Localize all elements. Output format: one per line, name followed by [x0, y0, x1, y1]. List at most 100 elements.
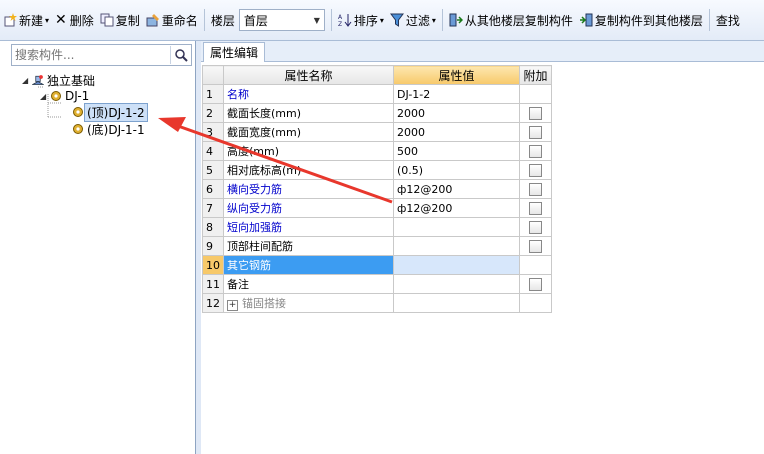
- floor-combo[interactable]: 首层 ▼: [238, 9, 325, 31]
- rename-button[interactable]: 重命名: [143, 9, 201, 31]
- extra-checkbox[interactable]: [529, 144, 542, 158]
- property-value[interactable]: (0.5): [393, 160, 520, 180]
- sort-button[interactable]: AZ 排序 ▾: [335, 9, 387, 31]
- property-name: 短向加强筋: [223, 217, 394, 237]
- copy-from-floor-button[interactable]: 从其他楼层复制构件: [446, 9, 576, 31]
- property-name: 相对底标高(m): [223, 160, 394, 180]
- gear-icon: [73, 107, 83, 117]
- property-value-header: 属性值: [393, 65, 520, 85]
- delete-button[interactable]: ✕ 删除: [52, 9, 97, 31]
- row-number-header: [202, 65, 224, 85]
- property-value[interactable]: 500: [393, 141, 520, 161]
- filter-button[interactable]: 过滤 ▾: [387, 9, 439, 31]
- copy-from-floor-label: 从其他楼层复制构件: [464, 13, 573, 28]
- table-row-selected[interactable]: 10 其它钢筋: [202, 255, 552, 275]
- extra-checkbox[interactable]: [529, 182, 542, 196]
- property-value[interactable]: [393, 255, 520, 275]
- row-number: 2: [202, 103, 224, 123]
- property-name-group[interactable]: + 锚固搭接: [223, 293, 394, 313]
- find-button[interactable]: 查找: [713, 9, 743, 31]
- tab-property-edit[interactable]: 属性编辑: [203, 42, 266, 62]
- chevron-down-icon: ▼: [313, 15, 320, 25]
- property-grid: 属性名称 属性值 附加 1 名称 DJ-1-2 2 截面长度(mm) 2000 3 截面宽…: [202, 65, 552, 313]
- extra-checkbox[interactable]: [529, 106, 542, 120]
- new-icon: [4, 13, 17, 27]
- extra-checkbox[interactable]: [529, 277, 542, 291]
- table-row[interactable]: 2 截面长度(mm) 2000: [202, 103, 552, 123]
- property-name: 截面宽度(mm): [223, 122, 394, 142]
- search-input[interactable]: [12, 46, 170, 64]
- property-value[interactable]: 2000: [393, 122, 520, 142]
- row-number: 3: [202, 122, 224, 142]
- table-row[interactable]: 6 横向受力筋 ф12@200: [202, 179, 552, 199]
- property-value[interactable]: 2000: [393, 103, 520, 123]
- row-number: 12: [202, 293, 224, 313]
- extra-cell: [519, 293, 552, 313]
- extra-cell: [519, 198, 552, 218]
- floor-value: 首层: [243, 13, 268, 28]
- tree-root-label: 独立基础: [47, 73, 96, 88]
- filter-dropdown-icon: ▾: [431, 15, 436, 25]
- rename-icon: [146, 14, 159, 27]
- search-button[interactable]: [170, 46, 191, 64]
- table-row[interactable]: 5 相对底标高(m) (0.5): [202, 160, 552, 180]
- gear-icon: [51, 91, 61, 101]
- expand-icon[interactable]: +: [227, 300, 238, 311]
- table-row[interactable]: 8 短向加强筋: [202, 217, 552, 237]
- extra-cell: [519, 84, 552, 104]
- extra-checkbox[interactable]: [529, 163, 542, 177]
- tab-label: 属性编辑: [210, 46, 259, 60]
- sort-label: 排序: [353, 13, 378, 28]
- copy-icon: [100, 13, 114, 27]
- filter-label: 过滤: [405, 13, 430, 28]
- property-name: 纵向受力筋: [223, 198, 394, 218]
- property-name-header: 属性名称: [223, 65, 394, 85]
- tree-node-child-top[interactable]: (顶)DJ-1-2: [72, 102, 148, 122]
- extra-checkbox[interactable]: [529, 125, 542, 139]
- property-name: 备注: [223, 274, 394, 294]
- property-value[interactable]: [393, 236, 520, 256]
- property-name: 横向受力筋: [223, 179, 394, 199]
- property-value[interactable]: DJ-1-2: [393, 84, 520, 104]
- table-row[interactable]: 3 截面宽度(mm) 2000: [202, 122, 552, 142]
- gear-icon: [73, 124, 83, 134]
- property-panel: 属性编辑 属性名称 属性值 附加 1 名称 DJ-1-2 2 截面长度(mm) 2000…: [201, 41, 764, 454]
- component-tree-panel: ◢ 独立基础 ◢ DJ-1 (顶)DJ-1-2 (底)DJ-1-1: [0, 41, 196, 454]
- svg-text:Z: Z: [338, 21, 342, 27]
- table-row[interactable]: 11 备注: [202, 274, 552, 294]
- property-value[interactable]: ф12@200: [393, 198, 520, 218]
- table-row[interactable]: 9 顶部柱间配筋: [202, 236, 552, 256]
- row-number: 5: [202, 160, 224, 180]
- toolbar-separator: [330, 9, 332, 31]
- floor-label: 楼层: [210, 13, 235, 28]
- copy-button[interactable]: 复制: [97, 9, 143, 31]
- extra-header: 附加: [519, 65, 552, 85]
- property-value[interactable]: [393, 217, 520, 237]
- tree-node-child-bottom[interactable]: (底)DJ-1-1: [72, 120, 148, 138]
- extra-checkbox[interactable]: [529, 239, 542, 253]
- property-name: 高度(mm): [223, 141, 394, 161]
- collapse-icon[interactable]: ◢: [22, 76, 32, 85]
- collapse-icon[interactable]: ◢: [40, 92, 50, 101]
- search-box: [11, 44, 192, 66]
- property-value[interactable]: [393, 274, 520, 294]
- extra-checkbox[interactable]: [529, 201, 542, 215]
- new-button[interactable]: 新建 ▾: [0, 9, 52, 31]
- row-number: 4: [202, 141, 224, 161]
- table-row[interactable]: 4 高度(mm) 500: [202, 141, 552, 161]
- property-value[interactable]: [393, 293, 520, 313]
- toolbar-separator: [441, 9, 443, 31]
- extra-checkbox[interactable]: [529, 220, 542, 234]
- table-row[interactable]: 12 + 锚固搭接: [202, 293, 552, 313]
- new-dropdown-icon: ▾: [45, 15, 50, 25]
- extra-cell: [519, 179, 552, 199]
- floor-selector: 楼层 首层 ▼: [208, 9, 328, 31]
- table-row[interactable]: 7 纵向受力筋 ф12@200: [202, 198, 552, 218]
- table-row[interactable]: 1 名称 DJ-1-2: [202, 84, 552, 104]
- find-label: 查找: [715, 13, 740, 28]
- tree-child-label: (底)DJ-1-1: [87, 122, 145, 137]
- copy-to-floor-button[interactable]: 复制构件到其他楼层: [576, 9, 706, 31]
- toolbar-separator: [203, 9, 205, 31]
- toolbar-separator: [708, 9, 710, 31]
- property-value[interactable]: ф12@200: [393, 179, 520, 199]
